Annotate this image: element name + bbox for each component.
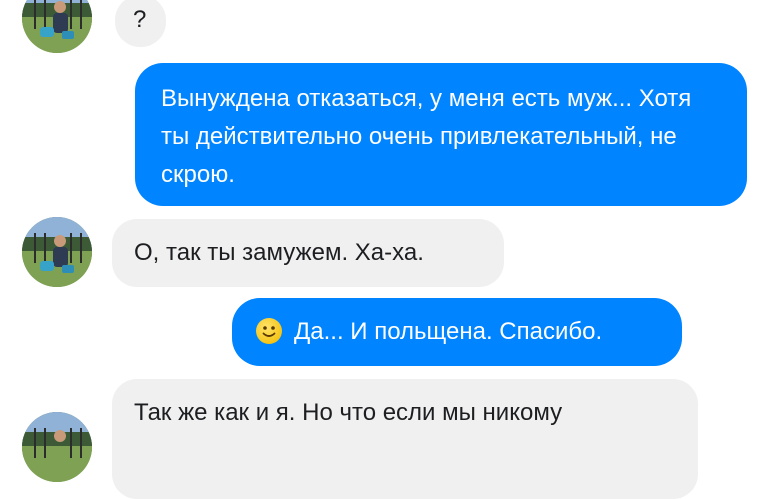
slightly-smiling-face-icon bbox=[256, 318, 282, 344]
contact-avatar[interactable] bbox=[22, 412, 92, 482]
message-incoming[interactable]: ? bbox=[115, 0, 166, 47]
message-incoming[interactable]: О, так ты замужем. Ха-ха. bbox=[112, 219, 504, 287]
contact-avatar[interactable] bbox=[22, 0, 92, 53]
avatar-photo bbox=[22, 412, 92, 482]
avatar-photo bbox=[22, 217, 92, 287]
message-text: ? bbox=[133, 6, 147, 33]
contact-avatar[interactable] bbox=[22, 217, 92, 287]
message-text: Вынуждена отказаться, у меня есть муж...… bbox=[161, 85, 692, 188]
message-text: Так же как и я. Но что если мы никому bbox=[134, 399, 563, 426]
message-outgoing[interactable]: Вынуждена отказаться, у меня есть муж...… bbox=[135, 63, 747, 206]
message-text: Да... И польщена. Спасибо. bbox=[294, 318, 603, 345]
message-incoming[interactable]: Так же как и я. Но что если мы никому bbox=[112, 379, 698, 499]
message-outgoing[interactable]: Да... И польщена. Спасибо. bbox=[232, 298, 682, 366]
message-text: О, так ты замужем. Ха-ха. bbox=[134, 239, 424, 266]
avatar-photo bbox=[22, 0, 92, 53]
